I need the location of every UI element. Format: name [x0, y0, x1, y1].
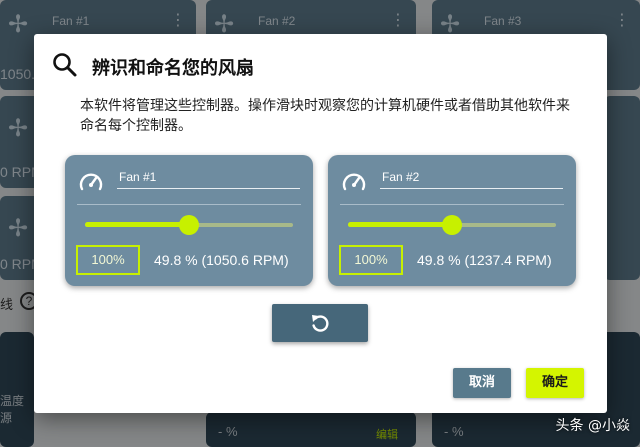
slider-fill	[348, 222, 452, 227]
watermark: 头条 @小焱	[555, 418, 630, 434]
ok-button[interactable]: 确定	[526, 368, 584, 398]
cancel-button[interactable]: 取消	[453, 368, 511, 398]
identify-fans-dialog: 辨识和命名您的风扇 本软件将管理这些控制器。操作滑块时观察您的计算机硬件或者借助…	[34, 34, 607, 413]
reset-button[interactable]	[272, 304, 368, 342]
fan-name-input[interactable]: Fan #2	[380, 169, 563, 189]
fan-reading: 49.8 % (1237.4 RPM)	[417, 252, 552, 268]
slider-fill	[85, 222, 189, 227]
reset-icon	[312, 315, 329, 332]
fan-panel-2: Fan #2 100% 49.8 % (1237.4 RPM)	[328, 155, 576, 286]
fan-panel-1: Fan #1 100% 49.8 % (1050.6 RPM)	[65, 155, 313, 286]
fan-speed-slider[interactable]	[348, 215, 556, 235]
divider	[340, 204, 564, 205]
fan-name-input[interactable]: Fan #1	[117, 169, 300, 189]
fan-reading: 49.8 % (1050.6 RPM)	[154, 252, 289, 268]
percent-button[interactable]: 100%	[339, 245, 403, 275]
dialog-description: 本软件将管理这些控制器。操作滑块时观察您的计算机硬件或者借助其他软件来命名每个控…	[80, 98, 570, 134]
dialog-title: 辨识和命名您的风扇	[92, 58, 254, 79]
speedometer-icon	[79, 173, 103, 191]
search-icon	[53, 53, 77, 77]
divider	[77, 204, 301, 205]
fan-speed-slider[interactable]	[85, 215, 293, 235]
percent-button[interactable]: 100%	[76, 245, 140, 275]
slider-thumb[interactable]	[178, 215, 199, 235]
speedometer-icon	[342, 173, 366, 191]
slider-thumb[interactable]	[441, 215, 462, 235]
